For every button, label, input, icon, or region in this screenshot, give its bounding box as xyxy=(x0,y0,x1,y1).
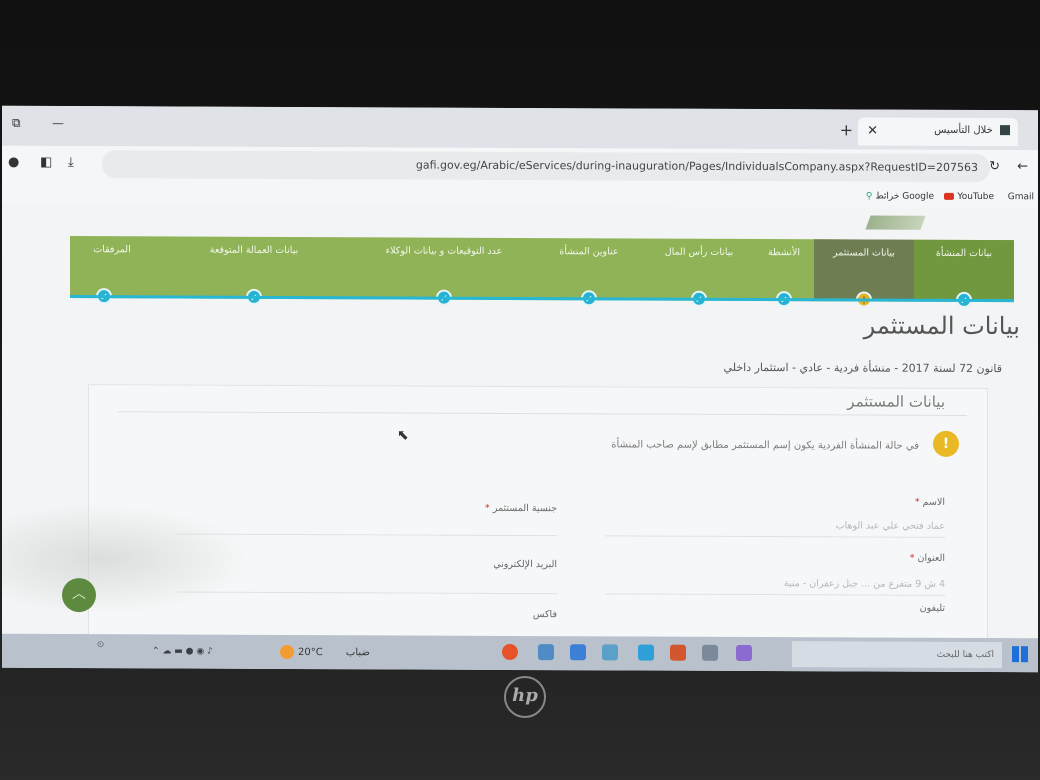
notice-text: في حالة المنشأة الفردية يكون إسم المستثم… xyxy=(611,439,919,452)
copilot-icon[interactable] xyxy=(736,644,752,662)
task-view-icon[interactable] xyxy=(702,644,718,661)
step-addresses[interactable]: عناوين المنشأة ✓ xyxy=(534,238,644,307)
name-field[interactable]: عماد فتحي علي عبد الوهاب xyxy=(836,520,945,531)
hp-logo: hp xyxy=(504,676,546,718)
maps-pin-icon: ⚲ xyxy=(865,191,873,202)
divider xyxy=(605,535,945,538)
url-text: gafi.gov.eg/Arabic/eServices/during-inau… xyxy=(415,158,978,174)
step-capital-data[interactable]: بيانات رأس المال ✓ xyxy=(644,239,754,307)
bookmark-youtube[interactable]: YouTube xyxy=(944,192,994,202)
background-reflection xyxy=(2,503,252,615)
name-label: الاسم * xyxy=(914,496,945,508)
windows-taskbar: اكتب هنا للبحث 20°C ضباب ⌃ ☁ ▬ ● ◉ ♪ ⏲ xyxy=(2,633,1038,673)
store-icon[interactable] xyxy=(670,644,686,661)
step-activities[interactable]: الأنشطة ✓ xyxy=(754,239,814,308)
phone-label: تليفون xyxy=(919,602,945,614)
reload-icon[interactable]: ↻ xyxy=(989,159,1000,174)
step-signatures-agents[interactable]: عدد التوقيعات و بيانات الوكلاء ✓ xyxy=(354,237,534,306)
close-tab-icon[interactable]: ✕ xyxy=(867,124,878,139)
nationality-label: جنسية المستثمر * xyxy=(485,502,557,515)
browser-tabbar: ⧉ — خلال التأسيس ✕ + xyxy=(2,105,1038,151)
wizard-stepper: بيانات المنشأة ✓ بيانات المستثمر ! الأنش… xyxy=(70,236,1014,308)
address-field[interactable]: 4 ش 9 متفرع من ... جبل زعفران - منية xyxy=(784,578,945,590)
browser-tab[interactable]: خلال التأسيس xyxy=(858,117,1018,147)
windows-start-icon[interactable] xyxy=(1012,646,1028,663)
info-exclamation-icon: ! xyxy=(933,430,959,457)
page-subtitle: قانون 72 لسنة 2017 - منشأة فردية - عادي … xyxy=(723,360,1002,376)
step-investor-data[interactable]: بيانات المستثمر ! xyxy=(814,239,914,308)
tab-favicon-icon xyxy=(1000,125,1010,136)
weather-widget[interactable]: 20°C ضباب xyxy=(280,644,370,660)
back-arrow-icon[interactable]: ← xyxy=(1017,159,1028,174)
panel-heading: بيانات المستثمر xyxy=(847,392,945,411)
download-icon[interactable]: ⤓ xyxy=(68,155,74,170)
step-expected-labor[interactable]: بيانات العمالة المتوقعة ✓ xyxy=(154,236,354,305)
minimize-window-icon[interactable]: — xyxy=(52,116,64,130)
mouse-cursor-icon: ⬉ xyxy=(397,427,409,444)
page-title: بيانات المستثمر xyxy=(863,311,1020,341)
clock[interactable]: ⏲ xyxy=(97,640,104,650)
sidebar-icon[interactable]: ◧ xyxy=(40,155,52,170)
scroll-to-top-button[interactable]: ︿ xyxy=(62,578,96,613)
edge-icon[interactable] xyxy=(638,644,654,661)
address-label: العنوان * xyxy=(909,552,945,564)
youtube-icon xyxy=(944,192,955,200)
header-accent xyxy=(865,215,926,230)
file-explorer-icon[interactable] xyxy=(538,644,554,661)
web-page: بيانات المنشأة ✓ بيانات المستثمر ! الأنش… xyxy=(2,203,1038,649)
profile-icon[interactable]: ● xyxy=(8,155,19,170)
notice-box: ! في حالة المنشأة الفردية يكون إسم المست… xyxy=(107,423,967,463)
mail-icon[interactable] xyxy=(602,644,618,661)
tab-title: خلال التأسيس xyxy=(934,124,993,137)
firefox-icon[interactable] xyxy=(502,643,518,660)
divider xyxy=(605,593,945,596)
bookmark-maps[interactable]: ⚲ خرائط Google xyxy=(866,192,934,202)
restore-window-icon[interactable]: ⧉ xyxy=(12,116,21,131)
bookmark-gmail[interactable]: Gmail xyxy=(1008,192,1034,202)
email-label: البريد الإلكتروني xyxy=(493,558,557,571)
browser-toolbar: ● ◧ ⤓ ☆ gafi.gov.eg/Arabic/eServices/dur… xyxy=(2,145,1038,187)
taskbar-search[interactable]: اكتب هنا للبحث xyxy=(792,641,1002,669)
word-icon[interactable] xyxy=(570,644,586,661)
fax-label: فاكس xyxy=(532,609,557,621)
laptop-screen: ⧉ — خلال التأسيس ✕ + ● ◧ ⤓ ☆ gafi.gov.eg… xyxy=(2,105,1038,673)
weather-sun-icon xyxy=(280,644,294,660)
new-tab-icon[interactable]: + xyxy=(840,120,853,139)
divider xyxy=(117,411,967,416)
tray-icons[interactable]: ⌃ ☁ ▬ ● ◉ ♪ xyxy=(152,646,213,656)
step-establishment-data[interactable]: بيانات المنشأة ✓ xyxy=(914,239,1014,308)
address-bar[interactable]: gafi.gov.eg/Arabic/eServices/during-inau… xyxy=(102,150,990,183)
step-attachments[interactable]: المرفقات ✓ xyxy=(70,236,154,305)
